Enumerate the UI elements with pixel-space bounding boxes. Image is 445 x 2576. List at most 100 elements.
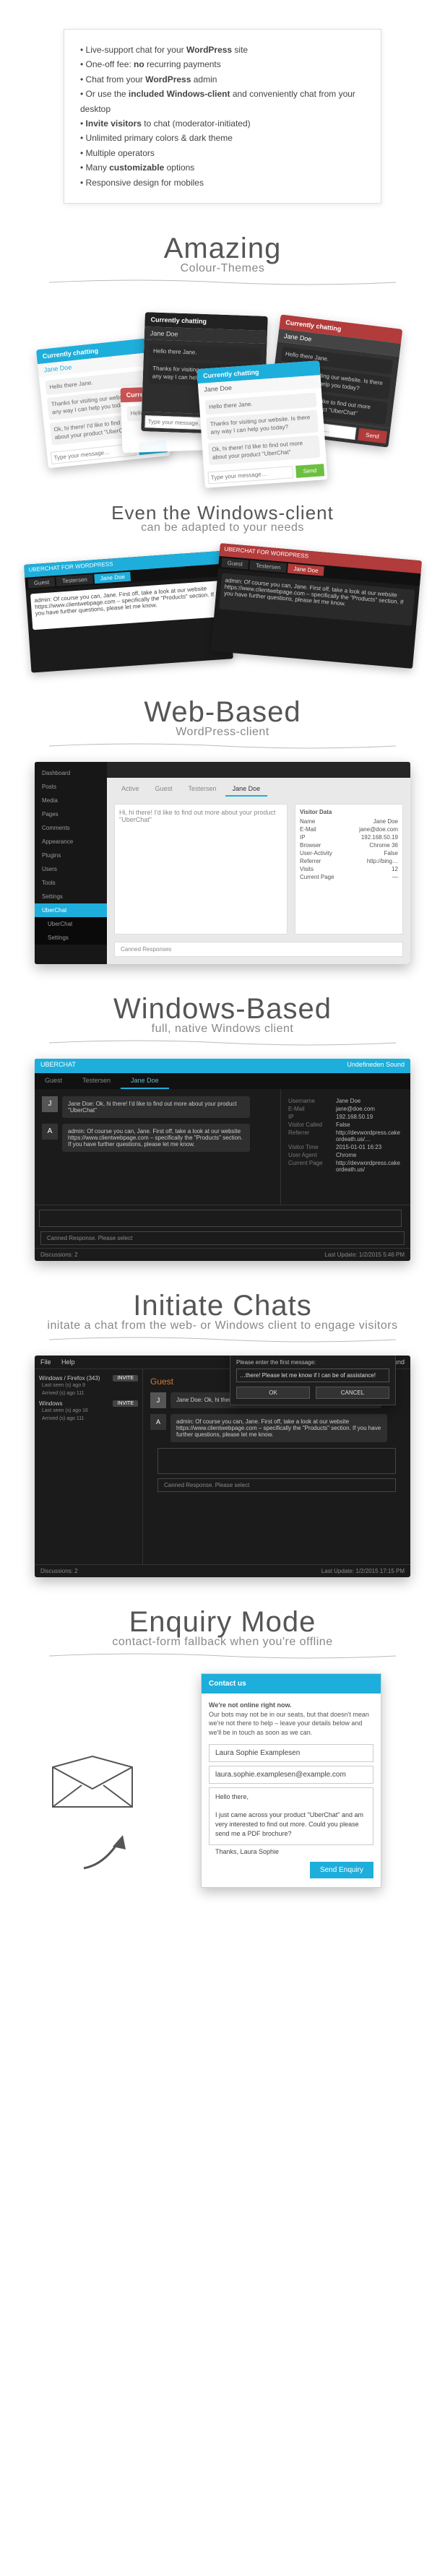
chat-bubble: admin: Of course you can, Jane. First of… [62, 1124, 250, 1152]
sidebar-item[interactable]: Plugins [35, 849, 107, 862]
prompt-dialog: PROMPT Please enter the first message: …… [230, 1356, 396, 1405]
title-big: Amazing [0, 233, 445, 265]
visitor-group: Windows / Firefox (343) [39, 1375, 100, 1382]
info-row: Current Pagehttp://devwordpress.cakeorde… [288, 1160, 403, 1173]
theme-collage: Currently chatting Jane Doe Hello there … [35, 300, 410, 487]
avatar-icon: J [150, 1392, 166, 1408]
menu-file[interactable]: File [40, 1358, 51, 1366]
chat-widget-green: Currently chatting Jane Doe Hello there … [196, 360, 327, 487]
wp-sidebar: DashboardPostsMediaPagesCommentsAppearan… [35, 762, 107, 964]
sidebar-item[interactable]: Users [35, 862, 107, 876]
feature-item: Or use the included Windows-client and c… [80, 87, 365, 116]
section-win-title: Windows-Based full, native Windows clien… [0, 993, 445, 1046]
contact-header: Contact us [202, 1674, 381, 1694]
info-row: Visitor Time2015-01-01 16:23 [288, 1144, 403, 1150]
section-themes-title: Amazing Colour-Themes [0, 233, 445, 285]
compose-input[interactable] [157, 1448, 396, 1474]
sidebar-item[interactable]: Settings [35, 890, 107, 903]
msg-line: I just came across your product "UberCha… [215, 1811, 363, 1836]
sidebar-item[interactable]: Tools [35, 876, 107, 890]
section-enq-title: Enquiry Mode contact-form fallback when … [0, 1606, 445, 1659]
divider-squiggle-icon [49, 1040, 396, 1046]
initiate-chat-screenshot: PROMPT Please enter the first message: …… [35, 1356, 410, 1577]
detail-row: NameJane Doe [300, 818, 398, 825]
section-web-title: Web-Based WordPress-client [0, 696, 445, 749]
tab[interactable]: Guest [27, 577, 55, 589]
contact-name-input[interactable]: Laura Sophie Examplesen [209, 1744, 373, 1762]
tab[interactable]: Jane Doe [288, 563, 324, 576]
canned-responses[interactable]: Canned Response. Please select [40, 1231, 405, 1245]
send-enquiry-button[interactable]: Send Enquiry [310, 1862, 373, 1878]
tab[interactable]: Guest [148, 782, 180, 797]
widget-msg: Ok, hi there! I'd like to find out more … [208, 435, 321, 465]
tab[interactable]: Testersen [181, 782, 224, 797]
title-sub: initate a chat from the web- or Windows … [0, 1319, 445, 1332]
sidebar-item[interactable]: Appearance [35, 835, 107, 849]
tab[interactable]: Testersen [56, 574, 93, 586]
tab[interactable]: Guest [35, 1073, 72, 1089]
contact-intro: We're not online right now. Our bots may… [209, 1701, 373, 1737]
tab[interactable]: Jane Doe [121, 1073, 169, 1089]
sidebar-item[interactable]: Media [35, 794, 107, 807]
sound-toggle[interactable]: Undefineden Sound [347, 1061, 405, 1071]
widget-input[interactable] [207, 466, 293, 484]
tab[interactable]: Guest [221, 558, 249, 569]
info-row: User AgentChrome [288, 1152, 403, 1158]
canned-responses[interactable]: Canned Responses [114, 942, 403, 957]
prompt-input[interactable]: …there! Please let me know if I can be o… [236, 1369, 389, 1382]
prompt-ok-button[interactable]: OK [236, 1387, 310, 1399]
arrow-icon [78, 1825, 136, 1875]
divider-squiggle-icon [49, 279, 396, 285]
title-big: Web-Based [0, 696, 445, 729]
sidebar-item[interactable]: Pages [35, 807, 107, 821]
web-tabs: ActiveGuestTestersenJane Doe [107, 778, 410, 797]
contact-message-input[interactable]: Hello there, I just came across your pro… [209, 1787, 373, 1845]
widget-msg: Thanks for visiting our website. Is ther… [206, 410, 319, 440]
chat-area: J Jane Doe: Ok, hi there! I'd like to fi… [35, 1089, 280, 1205]
info-row: UsernameJane Doe [288, 1098, 403, 1104]
widget-send-button[interactable]: Send [295, 464, 324, 478]
widget-msg: Hello there Jane. [150, 344, 262, 363]
tab[interactable]: Jane Doe [94, 572, 131, 584]
feature-list: Live-support chat for your WordPress sit… [64, 29, 381, 204]
title-big: Initiate Chats [0, 1290, 445, 1322]
canned-responses[interactable]: Canned Response. Please select [157, 1478, 396, 1492]
sidebar-item[interactable]: Dashboard [35, 766, 107, 780]
menu-help[interactable]: Help [61, 1358, 75, 1366]
contact-email-input[interactable]: laura.sophie.examplesen@example.com [209, 1766, 373, 1784]
title-big: Enquiry Mode [0, 1606, 445, 1639]
feature-item: Invite visitors to chat (moderator-initi… [80, 116, 365, 131]
status-bar: Discussions: 2 Last Update: 1/2/2015 17:… [35, 1564, 410, 1577]
msg-line: Hello there, [215, 1793, 249, 1800]
divider-squiggle-icon [49, 1653, 396, 1659]
visitor-detail: Arrived (s) ago 111 [42, 1416, 138, 1421]
sidebar-item[interactable]: Posts [35, 780, 107, 794]
envelope-icon [49, 1753, 136, 1810]
widget-send-button[interactable]: Send [358, 428, 386, 444]
tab[interactable]: Jane Doe [225, 782, 268, 797]
sidebar-item[interactable]: Comments [35, 821, 107, 835]
wp-topbar [107, 762, 410, 778]
prompt-cancel-button[interactable]: CANCEL [316, 1387, 389, 1399]
sidebar-item[interactable]: UberChat [35, 903, 107, 917]
sidebar-subitem[interactable]: Settings [35, 931, 107, 945]
visitor-detail: Last seen (s) ago 16 [42, 1408, 138, 1413]
widget-body: Hello there Jane. Thanks for visiting ou… [199, 388, 327, 469]
sidebar-subitem[interactable]: UberChat [35, 917, 107, 931]
avatar-icon: A [150, 1414, 166, 1430]
tab[interactable]: Active [114, 782, 147, 797]
compose-input[interactable] [39, 1210, 402, 1227]
feature-item: Live-support chat for your WordPress sit… [80, 43, 365, 57]
chat-bubble: admin: Of course you can, Jane. First of… [30, 581, 226, 630]
info-row: IP192.168.50.19 [288, 1114, 403, 1120]
details-title: Visitor Data [300, 809, 398, 815]
invite-button[interactable]: INVITE [113, 1375, 138, 1382]
chat-bubble: admin: Of course you can, Jane. First of… [170, 1414, 387, 1442]
visitor-detail: Last seen (s) ago 9 [42, 1383, 138, 1388]
feature-item: Responsive design for mobiles [80, 175, 365, 190]
invite-button[interactable]: INVITE [113, 1400, 138, 1407]
detail-row: E-Mailjane@doe.com [300, 826, 398, 833]
tab[interactable]: Testersen [72, 1073, 121, 1089]
visitor-details: Visitor Data NameJane DoeE-Mailjane@doe.… [295, 804, 403, 934]
chat-bubble: Jane Doe: Ok, hi there! I'd like to find… [62, 1096, 250, 1118]
